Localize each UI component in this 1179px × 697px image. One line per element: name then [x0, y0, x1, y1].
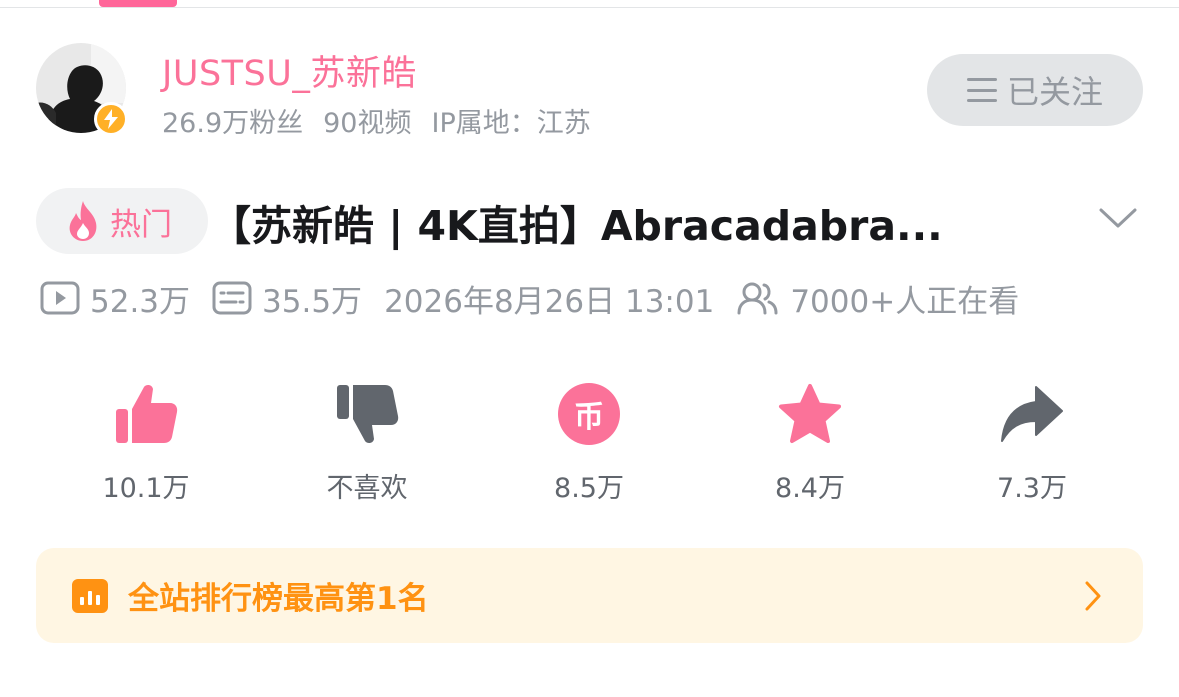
follow-label: 已关注 — [1006, 73, 1103, 111]
lightning-icon — [94, 102, 128, 136]
ranking-text: 全站排行榜最高第1名 — [128, 581, 429, 617]
active-tab-indicator — [99, 0, 177, 7]
share-icon — [1001, 386, 1063, 442]
avatar[interactable] — [36, 43, 128, 136]
like-icon — [116, 384, 178, 443]
danmaku-icon — [212, 281, 252, 315]
fans-count: 26.9万粉丝 — [162, 108, 304, 139]
publish-date: 2026年8月26日 13:01 — [384, 276, 714, 321]
video-stats: 52.3万 35.5万 2026年8月26日 13:01 7000+人正在看 — [40, 276, 1041, 320]
danmaku-count-value: 35.5万 — [262, 283, 363, 320]
coin-count: 8.5万 — [554, 473, 624, 504]
video-count: 90视频 — [323, 108, 412, 139]
favorite-button[interactable]: 8.4万 — [700, 378, 920, 505]
ranking-banner[interactable]: 全站排行榜最高第1名 — [36, 548, 1143, 643]
publish-date-value: 2026年8月26日 13:01 — [384, 283, 715, 320]
watching-count-value: 7000+人正在看 — [790, 283, 1020, 320]
dislike-button[interactable]: 不喜欢 — [257, 378, 477, 505]
coin-icon: 币 — [558, 383, 620, 445]
chart-icon — [72, 578, 108, 613]
top-divider — [0, 7, 1179, 8]
play-count-value: 52.3万 — [90, 283, 191, 320]
dislike-label: 不喜欢 — [326, 473, 408, 504]
chevron-right-icon — [1085, 581, 1101, 611]
action-bar: 10.1万 不喜欢 币 8.5万 8.4万 7.3万 — [36, 378, 1144, 504]
flame-icon — [69, 201, 97, 241]
author-meta: 26.9万粉丝 90视频 IP属地：江苏 — [162, 101, 591, 140]
like-count: 10.1万 — [102, 473, 190, 504]
viewers-icon — [737, 282, 778, 315]
share-button[interactable]: 7.3万 — [922, 378, 1142, 505]
menu-icon — [966, 78, 997, 102]
author-name[interactable]: JUSTSU_苏新皓 — [162, 45, 417, 96]
star-icon — [779, 384, 841, 443]
play-icon — [40, 281, 80, 315]
like-button[interactable]: 10.1万 — [36, 378, 256, 505]
watching-count: 7000+人正在看 — [736, 276, 1019, 321]
hot-tag-label: 热门 — [110, 206, 172, 243]
danmaku-count: 35.5万 — [212, 276, 362, 321]
dislike-icon — [337, 385, 399, 444]
ip-location: IP属地：江苏 — [431, 108, 591, 139]
hot-tag[interactable]: 热门 — [36, 188, 208, 254]
share-count: 7.3万 — [997, 473, 1067, 504]
chevron-down-icon[interactable] — [1098, 206, 1138, 230]
coin-button[interactable]: 币 8.5万 — [479, 378, 699, 505]
follow-button[interactable]: 已关注 — [927, 54, 1143, 126]
play-count: 52.3万 — [40, 276, 190, 321]
video-title[interactable]: 【苏新皓 | 4K直拍】Abracadabra... — [210, 192, 943, 252]
favorite-count: 8.4万 — [775, 473, 845, 504]
